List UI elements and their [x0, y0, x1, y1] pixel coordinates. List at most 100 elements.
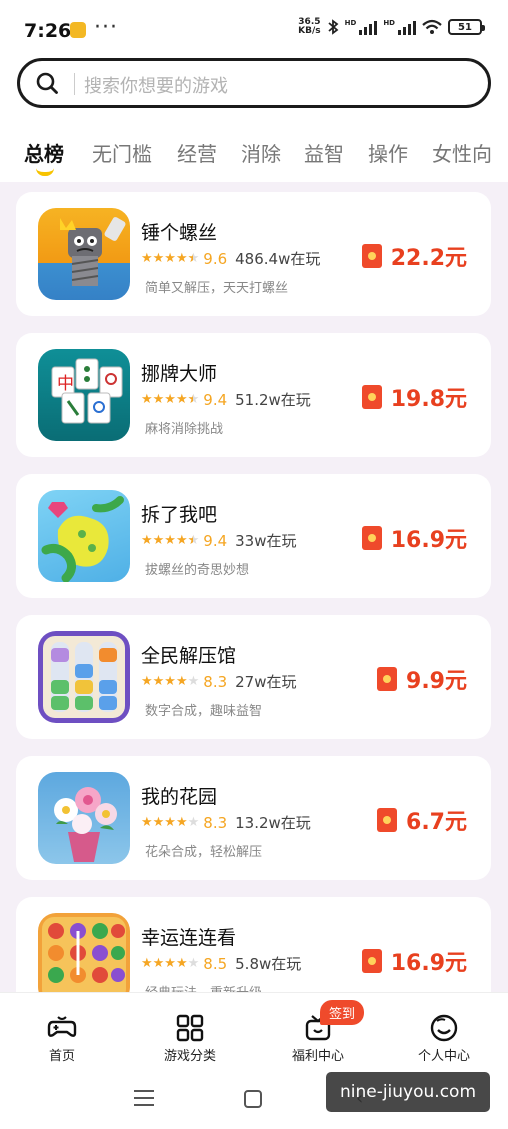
reward-amount: 9.9元 — [406, 669, 467, 694]
reward-amount: 22.2元 — [390, 246, 467, 271]
star-rating-icon: ★★★★★★ — [141, 392, 200, 407]
notes-app-icon — [70, 22, 86, 38]
status-time: 7:26 — [24, 20, 72, 42]
game-rating: ★★★★★★ 9.4 51.2w在玩 — [141, 389, 311, 410]
game-description: 拔螺丝的奇思妙想 — [145, 563, 250, 578]
tab-no-threshold[interactable]: 无门槛 — [92, 138, 152, 167]
game-players: 51.2w在玩 — [235, 391, 311, 409]
game-reward[interactable]: 16.9元 — [361, 945, 467, 977]
game-card[interactable]: 全民解压馆 ★★★★★ 8.3 27w在玩 数字合成，趣味益智 9.9元 — [16, 615, 491, 739]
game-rating: ★★★★★★ 9.4 33w在玩 — [141, 530, 297, 551]
more-notifications-icon: ··· — [94, 15, 118, 40]
game-description: 花朵合成，轻松解压 — [145, 845, 263, 860]
game-rating: ★★★★★ 8.3 27w在玩 — [141, 671, 297, 692]
signal-2-icon: HD — [383, 19, 416, 35]
nav-profile[interactable]: 个人中心 — [394, 1013, 494, 1064]
star-rating-icon: ★★★★★ — [141, 815, 200, 830]
game-score: 8.3 — [203, 672, 228, 691]
unscrew-puzzle-icon — [38, 490, 130, 582]
screw-character-icon — [38, 208, 130, 300]
game-score: 9.4 — [203, 531, 228, 550]
search-bar[interactable]: 搜索你想要的游戏 — [17, 58, 491, 108]
nav-profile-label: 个人中心 — [417, 1049, 470, 1064]
game-description: 经典玩法，重新升级 — [145, 982, 262, 992]
search-input[interactable]: 搜索你想要的游戏 — [84, 72, 228, 98]
game-description: 麻将消除挑战 — [145, 422, 224, 437]
game-players: 27w在玩 — [235, 673, 297, 691]
nav-home[interactable]: 首页 — [12, 1013, 112, 1064]
game-rating: ★★★★★ 8.5 5.8w在玩 — [141, 953, 301, 974]
nav-home-label: 首页 — [48, 1049, 75, 1064]
game-score: 9.6 — [203, 249, 228, 268]
bluetooth-icon — [328, 19, 339, 35]
tab-action[interactable]: 操作 — [368, 138, 408, 167]
game-rating: ★★★★★ 8.3 13.2w在玩 — [141, 812, 311, 833]
game-card[interactable]: 锤个螺丝 ★★★★★★ 9.6 486.4w在玩 简单又解压，天天打螺丝 22.… — [16, 192, 491, 316]
tab-overall[interactable]: 总榜 — [24, 138, 64, 167]
game-card[interactable]: 拆了我吧 ★★★★★★ 9.4 33w在玩 拔螺丝的奇思妙想 16.9元 — [16, 474, 491, 598]
status-indicators: 36.5 KB/s HD HD 51 — [298, 17, 485, 36]
star-rating-icon: ★★★★★ — [141, 956, 200, 971]
game-card[interactable]: 我的花园 ★★★★★ 8.3 13.2w在玩 花朵合成，轻松解压 6.7元 — [16, 756, 491, 880]
game-card[interactable]: 中 挪牌大师 ★★★★★★ 9.4 51.2w在玩 麻将消除挑战 19.8元 — [16, 333, 491, 457]
tab-puzzle[interactable]: 益智 — [304, 138, 344, 167]
home-square-icon[interactable] — [244, 1090, 262, 1108]
red-envelope-icon — [361, 244, 382, 268]
game-title: 拆了我吧 — [141, 504, 218, 526]
gamepad-icon — [47, 1016, 77, 1037]
nav-categories-label: 游戏分类 — [163, 1049, 216, 1064]
tab-business[interactable]: 经营 — [177, 138, 217, 167]
grid-icon — [176, 1014, 204, 1042]
wifi-icon — [422, 19, 442, 34]
search-icon — [36, 72, 58, 94]
status-bar: 7:26 ··· 36.5 KB/s HD HD 51 — [0, 0, 508, 56]
game-title: 锤个螺丝 — [141, 222, 218, 244]
game-reward[interactable]: 19.8元 — [361, 381, 467, 413]
game-players: 5.8w在玩 — [235, 955, 302, 973]
reward-amount: 19.8元 — [390, 387, 467, 412]
game-reward[interactable]: 6.7元 — [377, 804, 467, 836]
reward-amount: 6.7元 — [406, 810, 467, 835]
active-tab-indicator — [36, 168, 54, 176]
tab-female[interactable]: 女性向 — [432, 138, 492, 167]
red-envelope-icon — [361, 526, 382, 550]
fruit-match-icon — [38, 913, 130, 992]
star-rating-icon: ★★★★★★ — [141, 251, 200, 266]
checkin-badge[interactable]: 签到 — [320, 1000, 365, 1025]
game-title: 幸运连连看 — [141, 927, 237, 949]
game-reward[interactable]: 22.2元 — [361, 240, 467, 272]
category-tabs: 总榜 无门槛 经营 消除 益智 操作 女性向 — [0, 128, 508, 182]
game-description: 数字合成，趣味益智 — [145, 704, 263, 719]
reward-amount: 16.9元 — [390, 528, 467, 553]
watermark: nine-jiuyou.com — [326, 1072, 490, 1112]
nav-categories[interactable]: 游戏分类 — [140, 1013, 240, 1064]
game-players: 33w在玩 — [235, 532, 297, 550]
svg-text:中: 中 — [57, 374, 74, 394]
game-players: 13.2w在玩 — [235, 814, 311, 832]
network-speed: 36.5 KB/s — [298, 17, 321, 36]
star-rating-icon: ★★★★★ — [141, 674, 200, 689]
mahjong-tiles-icon: 中 — [38, 349, 130, 441]
game-score: 8.3 — [203, 813, 228, 832]
game-title: 我的花园 — [141, 786, 218, 808]
battery-icon: 51 — [448, 19, 485, 35]
red-envelope-icon — [361, 385, 382, 409]
nav-welfare-label: 福利中心 — [291, 1049, 344, 1064]
bottom-nav: 首页 游戏分类 福利中心 个人中心 — [0, 992, 508, 1074]
game-score: 8.5 — [203, 954, 228, 973]
game-title: 全民解压馆 — [141, 645, 237, 667]
game-list: 锤个螺丝 ★★★★★★ 9.6 486.4w在玩 简单又解压，天天打螺丝 22.… — [0, 182, 508, 992]
number-tubes-icon — [38, 631, 130, 723]
tab-elimination[interactable]: 消除 — [241, 138, 281, 167]
menu-icon[interactable] — [134, 1090, 154, 1108]
reward-amount: 16.9元 — [390, 951, 467, 976]
game-reward[interactable]: 16.9元 — [361, 522, 467, 554]
game-card[interactable]: 幸运连连看 ★★★★★ 8.5 5.8w在玩 经典玩法，重新升级 16.9元 — [16, 897, 491, 992]
signal-1-icon: HD — [345, 19, 378, 35]
flower-bouquet-icon — [38, 772, 130, 864]
smiley-face-icon — [430, 1014, 458, 1042]
red-envelope-icon — [377, 808, 398, 832]
red-envelope-icon — [361, 949, 382, 973]
search-divider — [74, 73, 75, 95]
game-reward[interactable]: 9.9元 — [377, 663, 467, 695]
